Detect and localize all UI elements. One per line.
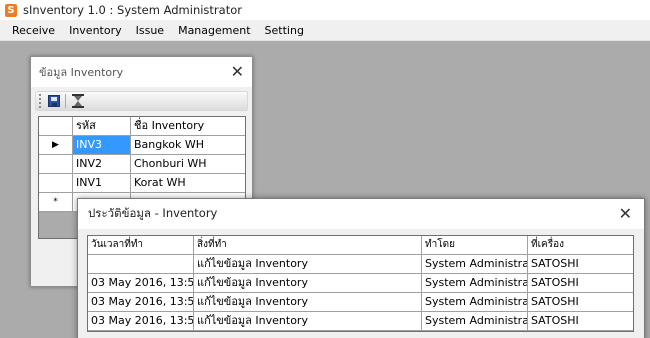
toolbar-grip-icon[interactable] [39, 94, 42, 108]
table-row[interactable]: INV1 Korat WH [39, 174, 245, 193]
table-row[interactable]: 03 May 2016, 13:57:15 แก้ไขข้อมูล Invent… [88, 274, 633, 293]
cell-name[interactable]: Korat WH [131, 174, 245, 193]
save-icon [48, 95, 60, 107]
cell-time[interactable]: 03 May 2016, 13:56:41 [88, 312, 194, 331]
toolbar-separator [65, 94, 66, 108]
inventory-window-titlebar[interactable]: ข้อมูล Inventory ✕ [31, 57, 252, 87]
grid-corner-header[interactable] [39, 117, 73, 136]
inventory-window-title: ข้อมูล Inventory [39, 66, 124, 79]
menu-receive[interactable]: Receive [5, 20, 62, 41]
cell-name[interactable]: Bangkok WH [131, 136, 245, 155]
menu-inventory[interactable]: Inventory [62, 20, 129, 41]
cell-by[interactable]: System Administrator [422, 312, 528, 331]
grid-header-row: รหัส ชื่อ Inventory [39, 117, 245, 136]
save-button[interactable] [46, 93, 62, 109]
cell-action[interactable]: แก้ไขข้อมูล Inventory [194, 255, 422, 274]
history-window: ประวัติข้อมูล - Inventory ✕ วันเวลาที่ทำ… [77, 198, 645, 338]
cell-code[interactable]: INV1 [73, 174, 131, 193]
history-close-icon[interactable]: ✕ [619, 206, 632, 222]
row-indicator[interactable] [39, 155, 73, 174]
history-window-titlebar[interactable]: ประวัติข้อมูล - Inventory ✕ [78, 199, 644, 229]
menu-setting[interactable]: Setting [258, 20, 311, 41]
table-row[interactable]: 03 May 2016, 13:57:31 แก้ไขข้อมูล Invent… [88, 255, 633, 274]
cell-code[interactable]: INV2 [73, 155, 131, 174]
table-row[interactable]: 03 May 2016, 13:56:57 แก้ไขข้อมูล Invent… [88, 293, 633, 312]
table-row[interactable]: INV2 Chonburi WH [39, 155, 245, 174]
row-indicator[interactable]: ▶ [39, 136, 73, 155]
main-titlebar: S sInventory 1.0 : System Administrator [0, 0, 650, 20]
menu-issue[interactable]: Issue [129, 20, 171, 41]
cell-machine[interactable]: SATOSHI [528, 293, 633, 312]
inventory-toolbar [35, 91, 248, 111]
menu-management[interactable]: Management [171, 20, 257, 41]
cell-action[interactable]: แก้ไขข้อมูล Inventory [194, 293, 422, 312]
cell-time[interactable]: 03 May 2016, 13:56:57 [88, 293, 194, 312]
column-header-name[interactable]: ชื่อ Inventory [131, 117, 245, 136]
cell-time[interactable]: 03 May 2016, 13:57:31 [88, 255, 194, 274]
cell-by[interactable]: System Administrator [422, 255, 528, 274]
menubar: Receive Inventory Issue Management Setti… [0, 20, 650, 41]
inventory-close-icon[interactable]: ✕ [231, 64, 244, 80]
column-header-by[interactable]: ทำโดย [422, 236, 528, 255]
column-header-time[interactable]: วันเวลาที่ทำ [88, 236, 194, 255]
new-row-indicator[interactable]: * [39, 193, 73, 212]
column-header-code[interactable]: รหัส [73, 117, 131, 136]
column-header-action[interactable]: สิ่งที่ทำ [194, 236, 422, 255]
table-row[interactable]: ▶ INV3 Bangkok WH [39, 136, 245, 155]
hourglass-icon [72, 94, 84, 108]
column-header-machine[interactable]: ที่เครื่อง [528, 236, 633, 255]
cell-time[interactable]: 03 May 2016, 13:57:15 [88, 274, 194, 293]
cell-code[interactable]: INV3 [73, 136, 131, 155]
window-title: sInventory 1.0 : System Administrator [23, 3, 242, 17]
app-logo-icon: S [5, 3, 17, 17]
cell-machine[interactable]: SATOSHI [528, 312, 633, 331]
history-grid: วันเวลาที่ทำ สิ่งที่ทำ ทำโดย ที่เครื่อง … [87, 235, 634, 332]
cell-machine[interactable]: SATOSHI [528, 255, 633, 274]
table-row[interactable]: 03 May 2016, 13:56:41 แก้ไขข้อมูล Invent… [88, 312, 633, 331]
cell-by[interactable]: System Administrator [422, 293, 528, 312]
cell-machine[interactable]: SATOSHI [528, 274, 633, 293]
cell-action[interactable]: แก้ไขข้อมูล Inventory [194, 312, 422, 331]
cell-by[interactable]: System Administrator [422, 274, 528, 293]
history-header-row: วันเวลาที่ทำ สิ่งที่ทำ ทำโดย ที่เครื่อง [88, 236, 633, 255]
history-window-title: ประวัติข้อมูล - Inventory [88, 206, 218, 220]
cell-action[interactable]: แก้ไขข้อมูล Inventory [194, 274, 422, 293]
row-indicator[interactable] [39, 174, 73, 193]
history-button[interactable] [70, 93, 86, 109]
cell-name[interactable]: Chonburi WH [131, 155, 245, 174]
